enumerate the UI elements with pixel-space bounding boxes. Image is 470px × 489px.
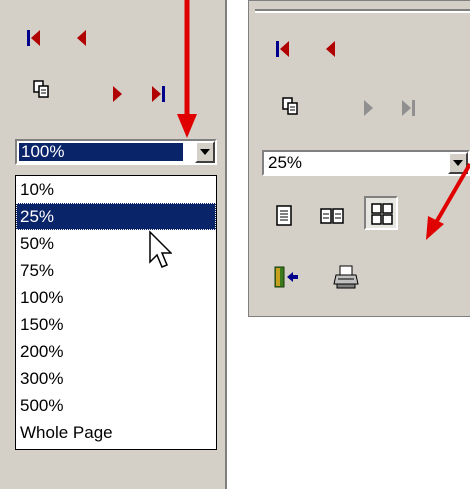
annotation-arrow-icon [177,0,197,138]
close-icon [274,266,298,288]
annotation-arrow-icon [426,162,470,240]
zoom-option-25[interactable]: 25% [16,203,216,230]
two-pages-view-button[interactable] [315,200,349,234]
next-page-button[interactable] [111,84,123,104]
last-page-icon [152,86,165,102]
first-page-button[interactable] [26,28,42,48]
zoom-option-10[interactable]: 10% [16,176,216,203]
last-page-button [400,98,416,118]
zoom-options-list: 10% 25% 50% 75% 100% 150% 200% 300% 500%… [15,175,217,450]
close-preview-button[interactable] [273,265,299,289]
copy-button[interactable] [33,80,51,98]
zoom-option-50[interactable]: 50% [16,230,216,257]
zoom-select-value: 25% [268,153,303,172]
zoom-select[interactable]: 100% [15,139,217,165]
copy-icon [33,80,49,98]
zoom-dropdown-button[interactable] [195,141,215,163]
previous-page-icon [326,41,335,57]
last-page-button[interactable] [150,84,166,104]
mouse-pointer-icon [149,230,172,268]
previous-page-icon [77,30,86,46]
first-page-button[interactable] [275,39,291,59]
zoom-option-300[interactable]: 300% [16,365,216,392]
first-page-icon [276,41,289,57]
next-page-button [362,98,374,118]
first-page-icon [27,30,40,46]
multiple-pages-icon [371,203,393,225]
print-button[interactable] [333,265,359,289]
zoom-option-75[interactable]: 75% [16,257,216,284]
one-page-icon [276,205,292,226]
previous-page-button[interactable] [325,39,337,59]
two-pages-icon [320,208,344,224]
one-page-view-button[interactable] [269,200,303,234]
zoom-select-value: 100% [19,143,183,161]
zoom-option-whole-page[interactable]: Whole Page [16,419,216,446]
multiple-pages-view-button[interactable] [364,196,398,230]
zoom-option-200[interactable]: 200% [16,338,216,365]
zoom-option-100[interactable]: 100% [16,284,216,311]
chevron-down-icon [200,149,210,155]
zoom-option-150[interactable]: 150% [16,311,216,338]
zoom-option-500[interactable]: 500% [16,392,216,419]
toolbar-divider [255,9,470,13]
print-icon [333,265,359,289]
next-page-icon [113,86,122,102]
last-page-icon [402,100,415,116]
copy-button[interactable] [282,97,300,115]
copy-icon [282,97,298,115]
next-page-icon [364,100,373,116]
previous-page-button[interactable] [76,28,88,48]
